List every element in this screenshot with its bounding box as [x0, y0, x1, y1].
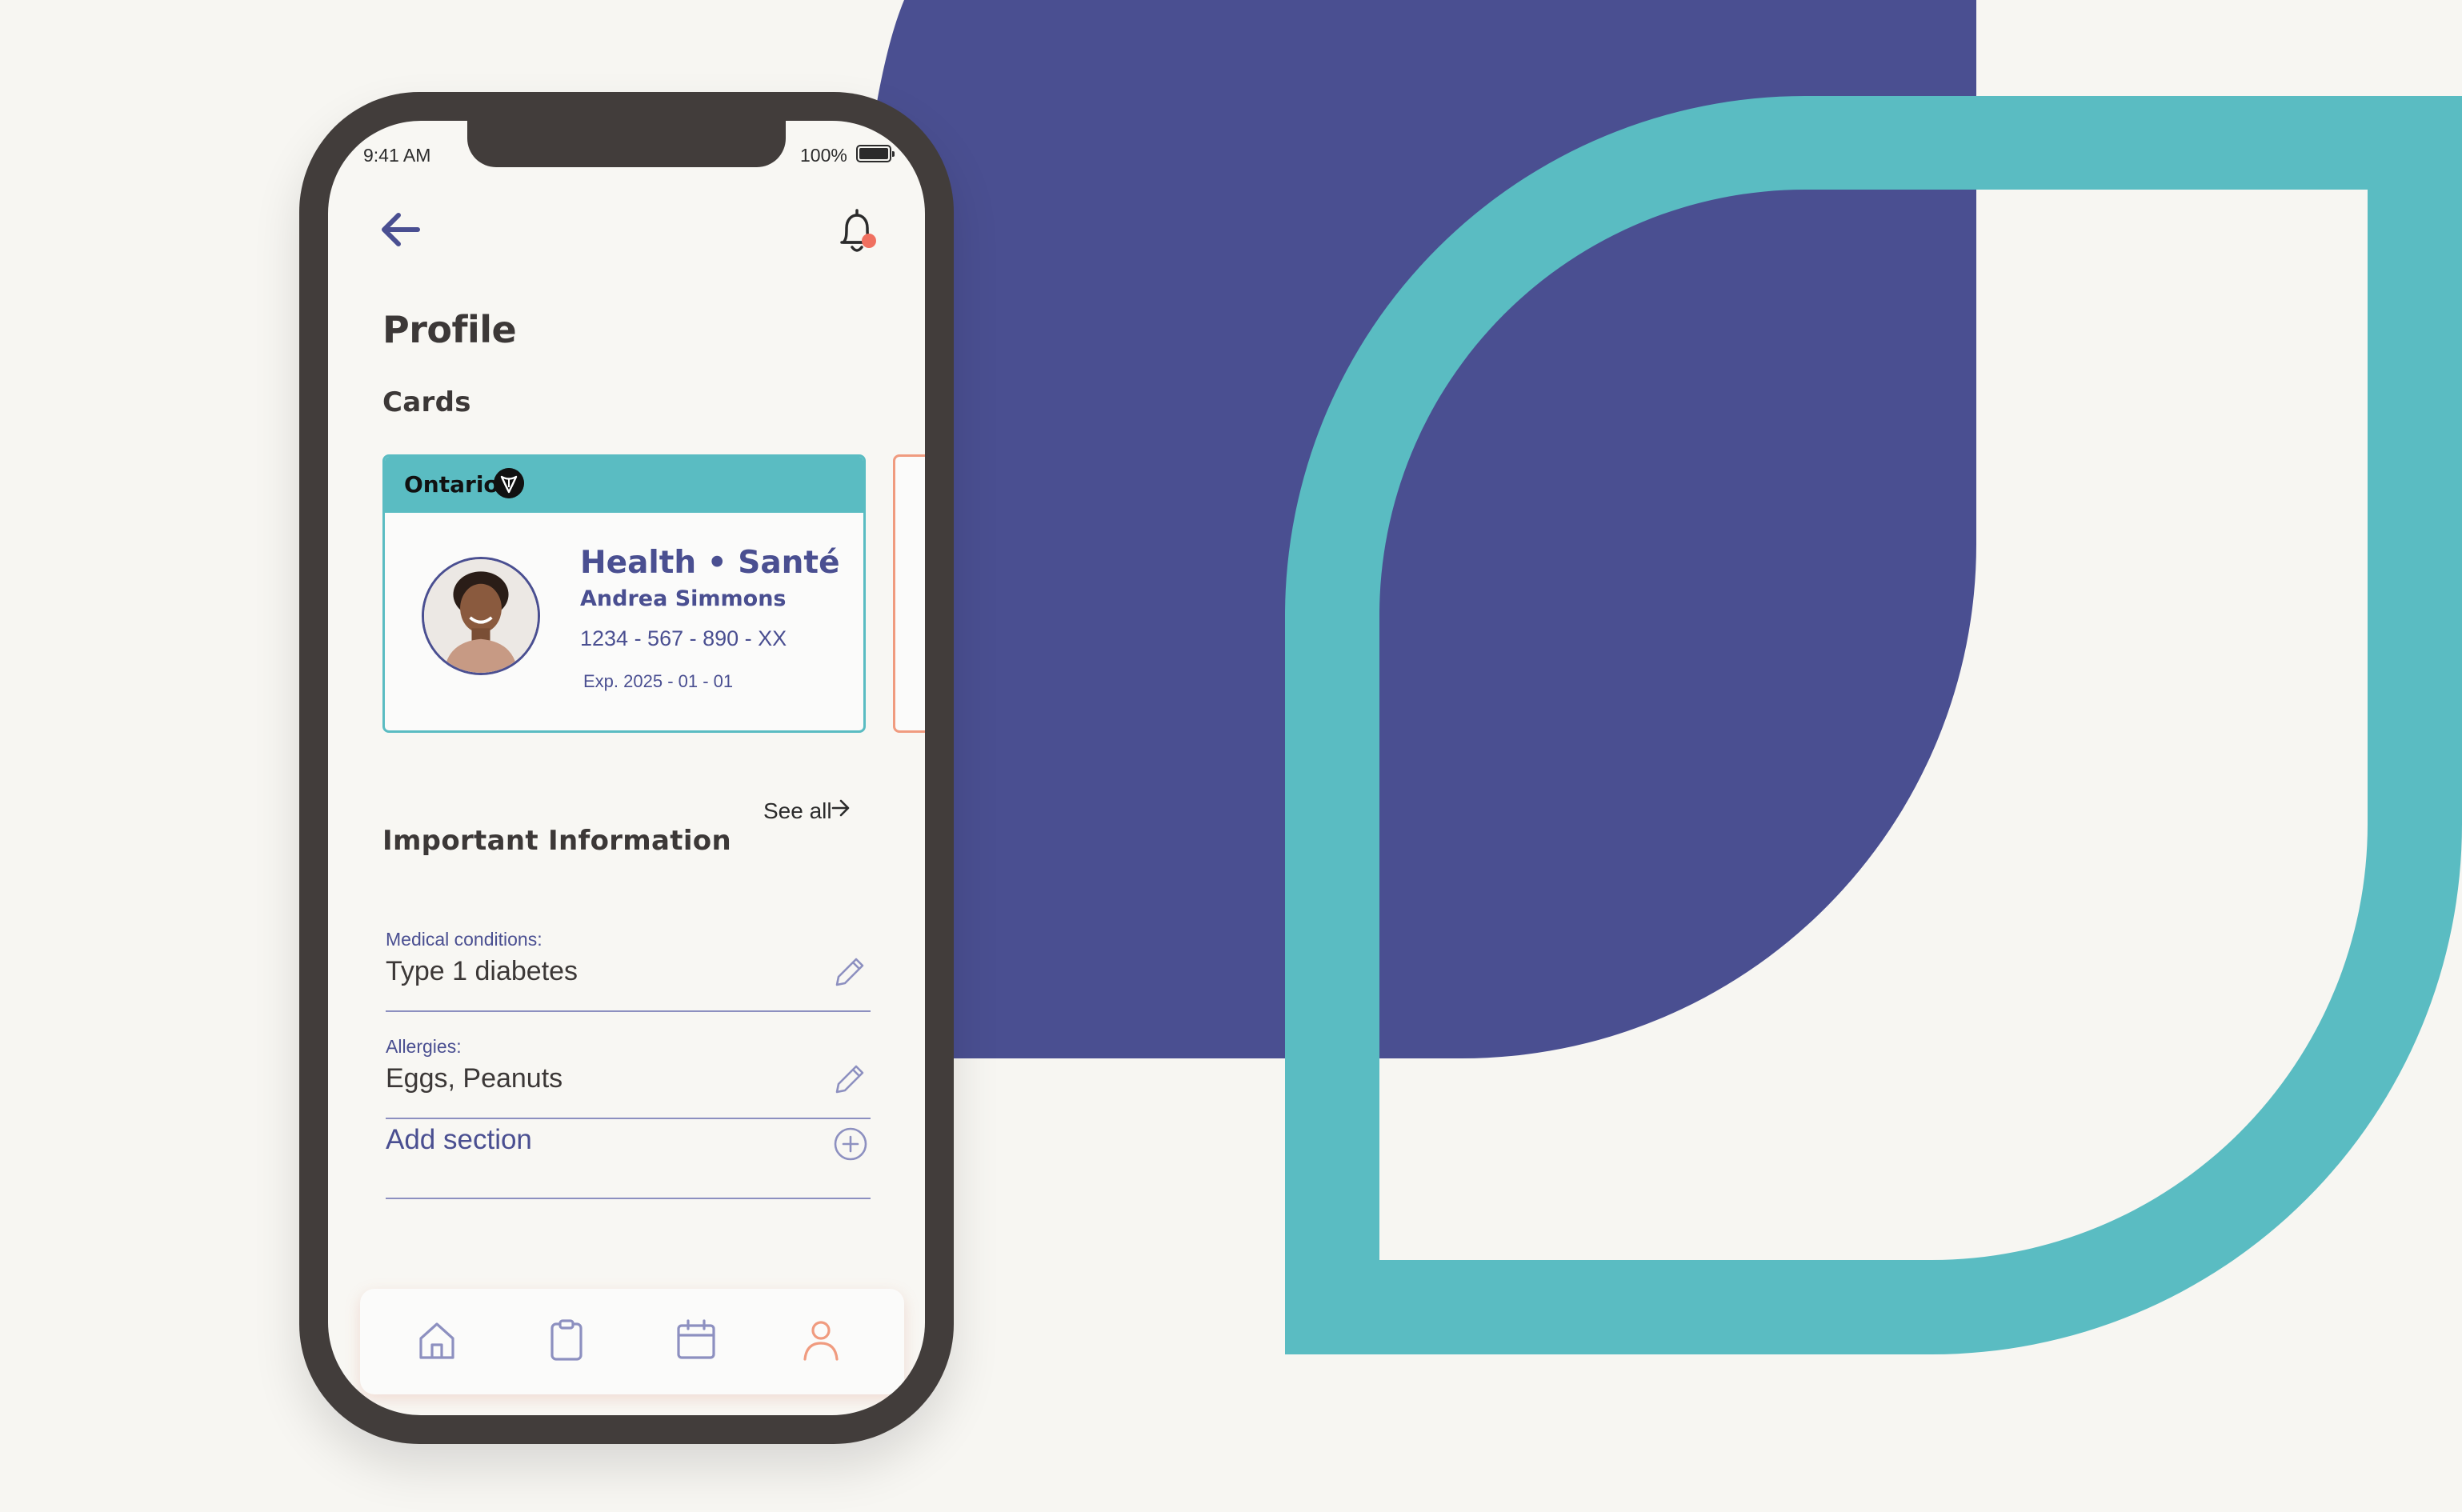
avatar	[422, 557, 540, 675]
next-card-peek[interactable]	[893, 454, 925, 733]
important-info-heading: Important Information	[382, 825, 731, 857]
field-value: Type 1 diabetes	[386, 956, 578, 986]
allergies-field[interactable]: Allergies: Eggs, Peanuts	[386, 1028, 871, 1119]
battery-icon	[856, 145, 895, 162]
add-section-button[interactable]: Add section	[386, 1124, 532, 1156]
arrow-right-icon[interactable]	[831, 797, 851, 819]
app-screen: 9:41 AM 100% Profile Cards Ontario Healt…	[328, 121, 925, 1415]
card-expiry: Exp. 2025 - 01 - 01	[583, 671, 734, 691]
phone-notch	[467, 121, 786, 167]
plus-circle-icon[interactable]	[832, 1126, 869, 1162]
calendar-icon[interactable]	[671, 1314, 722, 1366]
field-label: Allergies:	[386, 1036, 462, 1057]
bell-icon[interactable]	[832, 207, 882, 260]
see-all-link[interactable]: See all	[763, 798, 832, 824]
phone-frame: 9:41 AM 100% Profile Cards Ontario Healt…	[299, 92, 954, 1444]
cards-heading: Cards	[382, 386, 471, 418]
bottom-tab-bar	[360, 1289, 904, 1394]
user-icon[interactable]	[795, 1314, 847, 1366]
card-holder-name: Andrea Simmons	[580, 586, 787, 611]
field-label: Medical conditions:	[386, 929, 542, 950]
card-title: Health • Santé	[580, 545, 840, 581]
clipboard-icon[interactable]	[541, 1314, 592, 1366]
card-header: Ontario	[385, 457, 863, 513]
pencil-icon[interactable]	[831, 1062, 867, 1098]
page-title: Profile	[382, 308, 517, 351]
arrow-left-icon[interactable]	[376, 207, 424, 252]
notification-dot	[862, 234, 876, 248]
home-icon[interactable]	[411, 1314, 462, 1366]
pencil-icon[interactable]	[831, 954, 867, 991]
battery-percentage: 100%	[800, 145, 847, 166]
status-time: 9:41 AM	[363, 145, 431, 166]
medical-conditions-field[interactable]: Medical conditions: Type 1 diabetes	[386, 921, 871, 1012]
field-value: Eggs, Peanuts	[386, 1063, 563, 1094]
section-divider	[386, 1198, 871, 1199]
trillium-icon	[494, 468, 524, 498]
province-label: Ontario	[404, 471, 499, 498]
health-card[interactable]: Ontario Health • Santé Andrea Simmons 12…	[382, 454, 866, 733]
card-number: 1234 - 567 - 890 - XX	[580, 626, 787, 650]
